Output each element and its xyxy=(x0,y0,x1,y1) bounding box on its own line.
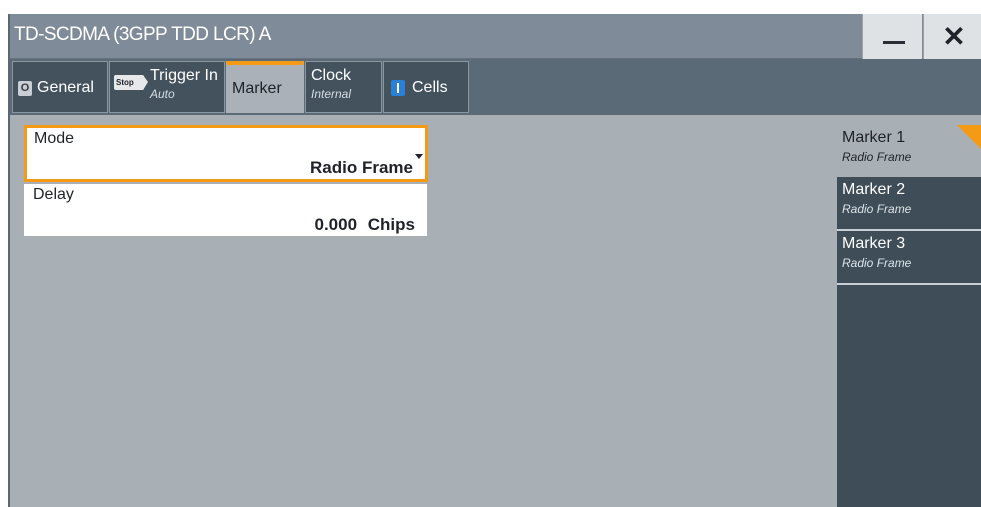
window-title: TD-SCDMA (3GPP TDD LCR) A xyxy=(14,24,271,45)
marker-sublabel: Radio Frame xyxy=(842,256,912,270)
marker-label: Marker 1 xyxy=(842,129,906,146)
tab-trigger-in-sublabel: Auto xyxy=(150,87,175,101)
tab-cells[interactable]: Cells xyxy=(383,61,469,113)
marker-label: Marker 3 xyxy=(842,235,906,252)
marker-label: Marker 2 xyxy=(842,181,906,198)
tab-trigger-in[interactable]: Stop Trigger In Auto xyxy=(109,61,225,113)
tab-bar: O General Stop Trigger In Auto Marker Cl… xyxy=(10,59,981,115)
close-icon: ✕ xyxy=(942,21,966,52)
marker-2-item[interactable]: Marker 2 Radio Frame xyxy=(837,177,981,231)
tab-general[interactable]: O General xyxy=(12,61,108,113)
tab-clock-sublabel: Internal xyxy=(311,87,352,101)
delay-field[interactable]: Delay 0.000 Chips xyxy=(24,184,427,236)
tab-cells-label: Cells xyxy=(412,79,448,96)
selection-corner-icon xyxy=(957,125,981,151)
chevron-down-icon xyxy=(415,154,423,159)
stop-icon: Stop xyxy=(114,75,148,90)
tab-clock[interactable]: Clock Internal xyxy=(305,61,382,113)
mode-dropdown[interactable]: Mode Radio Frame xyxy=(24,125,428,182)
status-indicator-icon: O xyxy=(18,81,32,96)
close-button[interactable]: ✕ xyxy=(923,14,981,59)
delay-label: Delay xyxy=(33,186,74,203)
mode-value: Radio Frame xyxy=(310,158,413,177)
tab-marker-label: Marker xyxy=(232,80,282,97)
marker-list: Marker 1 Radio Frame Marker 2 Radio Fram… xyxy=(837,125,981,507)
delay-value-row: 0.000 Chips xyxy=(314,215,415,235)
marker-sublabel: Radio Frame xyxy=(842,150,912,164)
tab-marker[interactable]: Marker xyxy=(226,61,304,113)
mode-label: Mode xyxy=(34,130,75,147)
marker-1-item[interactable]: Marker 1 Radio Frame xyxy=(837,125,981,179)
marker-sublabel: Radio Frame xyxy=(842,202,912,216)
tab-general-label: General xyxy=(37,79,94,96)
tab-clock-label: Clock xyxy=(311,67,352,84)
minimize-button[interactable] xyxy=(862,14,922,59)
delay-value: 0.000 xyxy=(314,215,358,234)
minimize-icon xyxy=(883,41,905,44)
tab-trigger-in-label: Trigger In xyxy=(150,67,218,84)
cells-indicator-icon xyxy=(391,80,405,96)
delay-unit: Chips xyxy=(367,215,415,234)
marker-3-item[interactable]: Marker 3 Radio Frame xyxy=(837,231,981,285)
title-bar: TD-SCDMA (3GPP TDD LCR) A ✕ xyxy=(10,14,981,59)
dialog-window: TD-SCDMA (3GPP TDD LCR) A ✕ O General St… xyxy=(8,14,981,507)
